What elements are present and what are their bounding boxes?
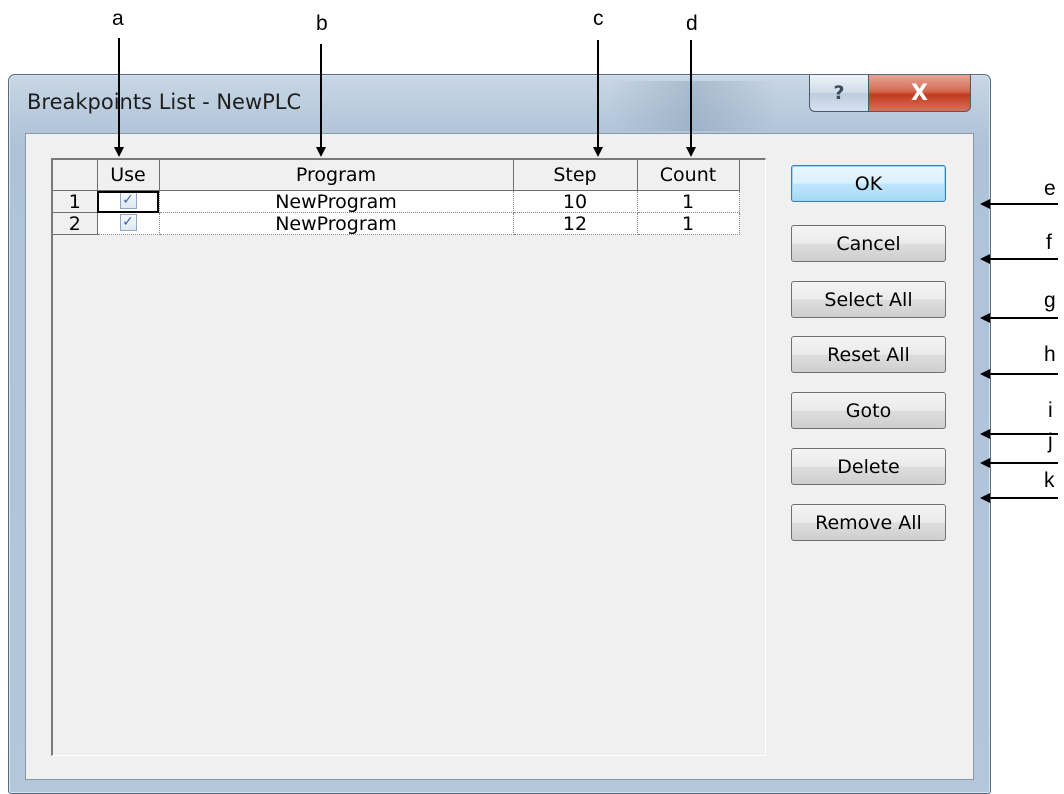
ok-button[interactable]: OK: [791, 165, 946, 202]
callout-a: a: [112, 7, 124, 30]
close-icon: X: [911, 80, 928, 106]
reset-all-button[interactable]: Reset All: [791, 336, 946, 373]
program-cell[interactable]: NewProgram: [159, 190, 514, 213]
callout-h: h: [1044, 343, 1056, 366]
count-cell[interactable]: 1: [637, 190, 740, 213]
use-cell[interactable]: ✓: [97, 190, 160, 213]
remove-all-button[interactable]: Remove All: [791, 504, 946, 541]
cancel-button[interactable]: Cancel: [791, 225, 946, 262]
callout-d: d: [686, 12, 698, 35]
row-header[interactable]: 2: [53, 212, 98, 235]
window-title: Breakpoints List - NewPLC: [27, 90, 302, 114]
callout-f: f: [1046, 231, 1052, 254]
column-header-use[interactable]: Use: [97, 160, 160, 191]
column-header-count[interactable]: Count: [637, 160, 740, 191]
column-header-step[interactable]: Step: [513, 160, 638, 191]
callout-e: e: [1044, 177, 1056, 200]
close-button[interactable]: X: [868, 75, 971, 112]
callout-g: g: [1044, 289, 1056, 312]
goto-button[interactable]: Goto: [791, 392, 946, 429]
use-checkbox[interactable]: ✓: [119, 192, 137, 209]
table-row[interactable]: 2 ✓ NewProgram 12 1: [53, 212, 740, 235]
grid-corner-header: [53, 160, 98, 191]
step-cell[interactable]: 12: [513, 212, 638, 235]
row-header[interactable]: 1: [53, 190, 98, 213]
breakpoints-dialog: Breakpoints List - NewPLC ? X Use Progra…: [8, 74, 991, 794]
callout-k: k: [1044, 469, 1055, 492]
delete-button[interactable]: Delete: [791, 448, 946, 485]
use-checkbox[interactable]: ✓: [119, 214, 137, 231]
column-header-program[interactable]: Program: [159, 160, 514, 191]
step-cell[interactable]: 10: [513, 190, 638, 213]
help-button[interactable]: ?: [809, 75, 869, 112]
grid-header-row: Use Program Step Count: [53, 160, 740, 191]
dialog-client-area: Use Program Step Count 1 ✓ NewProgram 10…: [25, 133, 974, 780]
table-row[interactable]: 1 ✓ NewProgram 10 1: [53, 190, 740, 213]
program-cell[interactable]: NewProgram: [159, 212, 514, 235]
use-cell[interactable]: ✓: [97, 212, 160, 235]
callout-b: b: [316, 12, 328, 35]
callout-i: i: [1048, 399, 1053, 422]
callout-c: c: [593, 7, 604, 30]
breakpoints-grid[interactable]: Use Program Step Count 1 ✓ NewProgram 10…: [51, 158, 766, 756]
select-all-button[interactable]: Select All: [791, 281, 946, 318]
callout-j: j: [1048, 430, 1053, 453]
count-cell[interactable]: 1: [637, 212, 740, 235]
help-icon: ?: [833, 82, 845, 104]
